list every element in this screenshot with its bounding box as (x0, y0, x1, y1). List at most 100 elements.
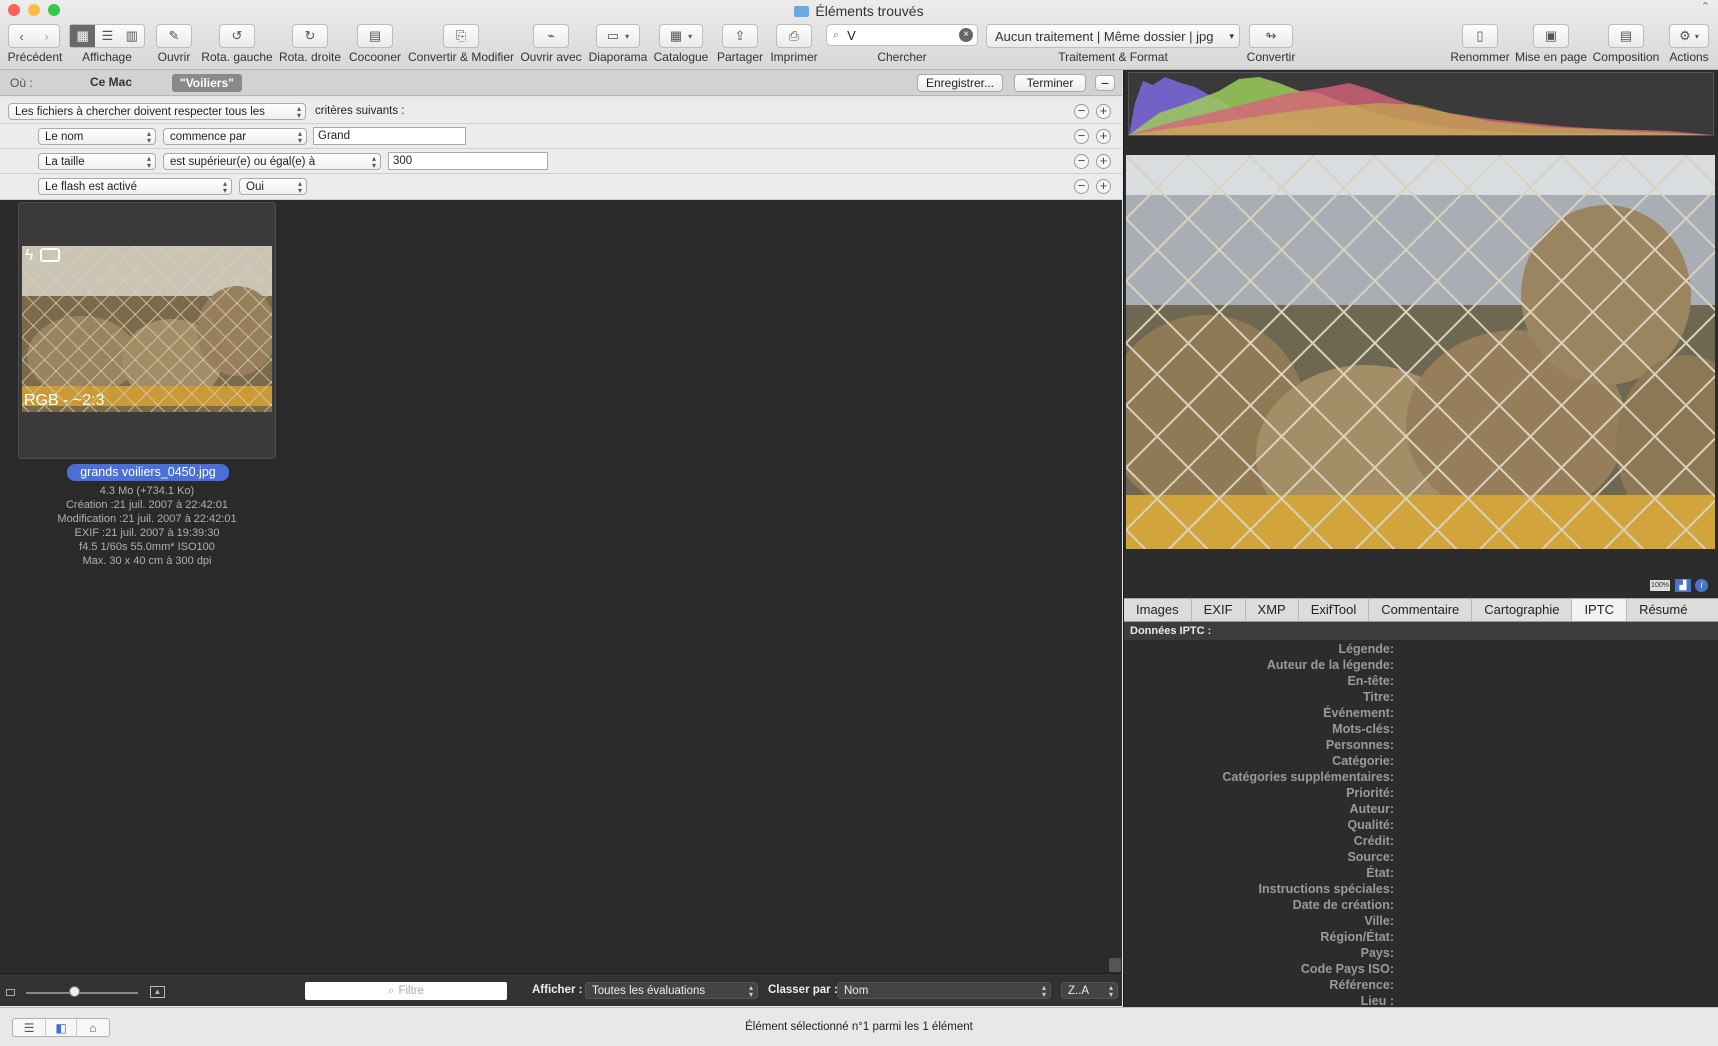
open-with-button[interactable]: ⌁ (533, 24, 569, 48)
iptc-field-label: Mots-clés: (1332, 722, 1394, 736)
chevron-down-icon: ▾ (1229, 30, 1234, 41)
remove-criterion-button[interactable]: − (1074, 104, 1089, 119)
catalog-button[interactable]: ▦ ▾ (659, 24, 703, 48)
open-button[interactable]: ✎ (156, 24, 192, 48)
search-field[interactable]: ⌕ V × (826, 24, 978, 46)
save-search-button[interactable]: Enregistrer... (917, 74, 1003, 92)
composition-icon: ▤ (1619, 28, 1633, 43)
cocooner-button[interactable]: ▤ (357, 24, 393, 48)
done-button[interactable]: Terminer (1014, 74, 1086, 92)
filmstrip-view-icon[interactable]: ▥ (120, 25, 144, 47)
add-criterion-button[interactable]: + (1096, 104, 1111, 119)
toolbar-label-composition: Composition (1592, 50, 1660, 64)
info-icon[interactable]: i (1695, 579, 1708, 592)
show-label: Afficher : (532, 984, 583, 996)
criterion-value-input[interactable]: 300 (388, 152, 548, 170)
thumbnail-size-slider[interactable] (26, 992, 138, 994)
search-icon: ⌕ (387, 984, 395, 997)
rename-button[interactable]: ▯ (1462, 24, 1498, 48)
zoom-badge[interactable]: 100% (1650, 580, 1670, 591)
back-forward-control[interactable]: ‹ › (8, 24, 60, 48)
match-all-popup[interactable]: Les fichiers à chercher doivent respecte… (8, 103, 306, 120)
rotate-right-button[interactable]: ↻ (292, 24, 328, 48)
thumbnail-filename[interactable]: grands voiliers_0450.jpg (67, 464, 229, 481)
criterion-field-popup[interactable]: Le nom ▴ ▾ (38, 128, 156, 145)
browser-bottom-bar: ▲ ⌕ Filtre Afficher : Toutes les évaluati… (0, 973, 1122, 1006)
open-with-icon: ⌁ (547, 28, 555, 43)
iptc-field-label: Légende: (1338, 642, 1394, 656)
show-rating-popup[interactable]: Toutes les évaluations ▴ ▾ (585, 982, 758, 999)
toolbar-label-imprimer: Imprimer (770, 50, 818, 64)
toolbar-label-convertir-modifier: Convertir & Modifier (407, 50, 515, 64)
sort-label: Classer par : (768, 984, 838, 996)
clear-search-icon[interactable]: × (959, 28, 973, 42)
filter-input[interactable]: ⌕ Filtre (305, 982, 507, 1000)
grid-view-icon[interactable]: ▦ (70, 25, 96, 47)
toolbar-label-partager: Partager (716, 50, 764, 64)
iptc-field-label: Région/État: (1320, 930, 1394, 944)
scope-folder[interactable]: "Voiliers" (172, 74, 242, 92)
tab-xmp[interactable]: XMP (1246, 599, 1299, 621)
chevron-right-icon[interactable]: › (34, 29, 59, 44)
iptc-field-label: Personnes: (1325, 738, 1394, 752)
criterion-operator-popup[interactable]: Oui ▴ ▾ (239, 178, 307, 195)
remove-criterion-button[interactable]: − (1074, 154, 1089, 169)
resize-handle[interactable] (1109, 958, 1121, 972)
sort-order-popup[interactable]: Z..A ▴ ▾ (1061, 982, 1118, 999)
view-mode-control[interactable]: ▦ ☰ ▥ (69, 24, 145, 48)
criterion-field-popup[interactable]: La taille ▴ ▾ (38, 153, 156, 170)
tab-exif[interactable]: EXIF (1192, 599, 1246, 621)
thumbnail-image[interactable]: ϟ RGB - ~2:3 (22, 246, 272, 412)
slider-knob[interactable] (69, 986, 80, 997)
scope-this-mac[interactable]: Ce Mac (90, 75, 132, 89)
actions-button[interactable]: ⚙ ▾ (1669, 24, 1709, 48)
criterion-operator-popup[interactable]: est supérieur(e) ou égal(e) à ▴ ▾ (163, 153, 381, 170)
share-button[interactable]: ⇪ (722, 24, 758, 48)
search-input[interactable]: V (847, 28, 856, 43)
add-criterion-button[interactable]: + (1096, 154, 1111, 169)
add-criterion-button[interactable]: + (1096, 179, 1111, 194)
iptc-field-label: Pays: (1360, 946, 1394, 960)
composition-button[interactable]: ▤ (1608, 24, 1644, 48)
remove-criterion-button[interactable]: − (1074, 129, 1089, 144)
chevron-left-icon[interactable]: ‹ (9, 29, 34, 44)
slideshow-icon: ▭ (606, 28, 620, 43)
sort-popup[interactable]: Nom ▴ ▾ (837, 982, 1051, 999)
convert-button[interactable]: ↬ (1249, 24, 1293, 48)
criterion-field-popup[interactable]: Le flash est activé ▴ ▾ (38, 178, 232, 195)
remove-scope-button[interactable]: − (1095, 75, 1115, 91)
convert-modify-button[interactable]: ⎘ (443, 24, 479, 48)
collapse-toolbar-icon[interactable]: ⌃ (1701, 0, 1710, 13)
list-view-icon[interactable]: ☰ (95, 25, 119, 47)
format-popup[interactable]: Aucun traitement | Même dossier | jpg ▾ (986, 24, 1240, 48)
folder-icon (794, 6, 810, 17)
chevron-down-icon: ▾ (625, 31, 630, 41)
histogram-toggle-icon[interactable]: ▟ (1675, 579, 1691, 592)
iptc-field-label: Source: (1347, 850, 1394, 864)
criteria-row: La taille ▴ ▾ est supérieur(e) ou égal(e) … (0, 149, 1122, 174)
rotate-left-button[interactable]: ↺ (219, 24, 255, 48)
iptc-field-label: Instructions spéciales: (1258, 882, 1394, 896)
tab-cartographie[interactable]: Cartographie (1472, 599, 1573, 621)
printer-icon: ⎙ (788, 28, 800, 43)
add-criterion-button[interactable]: + (1096, 129, 1111, 144)
toolbar-label-diaporama: Diaporama (588, 50, 648, 64)
toolbar-label-cocooner: Cocooner (348, 50, 402, 64)
tab-resume[interactable]: Résumé (1627, 599, 1699, 621)
iptc-field-label: Priorité: (1346, 786, 1394, 800)
slideshow-button[interactable]: ▭ ▾ (596, 24, 640, 48)
print-button[interactable]: ⎙ (776, 24, 812, 48)
tab-commentaire[interactable]: Commentaire (1369, 599, 1473, 621)
tab-iptc[interactable]: IPTC (1572, 599, 1628, 621)
tab-images[interactable]: Images (1124, 599, 1192, 621)
small-thumb-icon (6, 989, 15, 996)
tab-exiftool[interactable]: ExifTool (1299, 599, 1370, 621)
toolbar-label-rota-droite: Rota. droite (278, 50, 342, 64)
image-preview[interactable] (1126, 155, 1715, 549)
toolbar: Éléments trouvés ⌃ ‹ › Précédent ▦ ☰ ▥ Af… (0, 0, 1718, 70)
layout-button[interactable]: ▣ (1533, 24, 1569, 48)
iptc-field-label: Événement: (1323, 706, 1394, 720)
criterion-value-input[interactable]: Grand (313, 127, 466, 145)
remove-criterion-button[interactable]: − (1074, 179, 1089, 194)
criterion-operator-popup[interactable]: commence par ▴ ▾ (163, 128, 307, 145)
